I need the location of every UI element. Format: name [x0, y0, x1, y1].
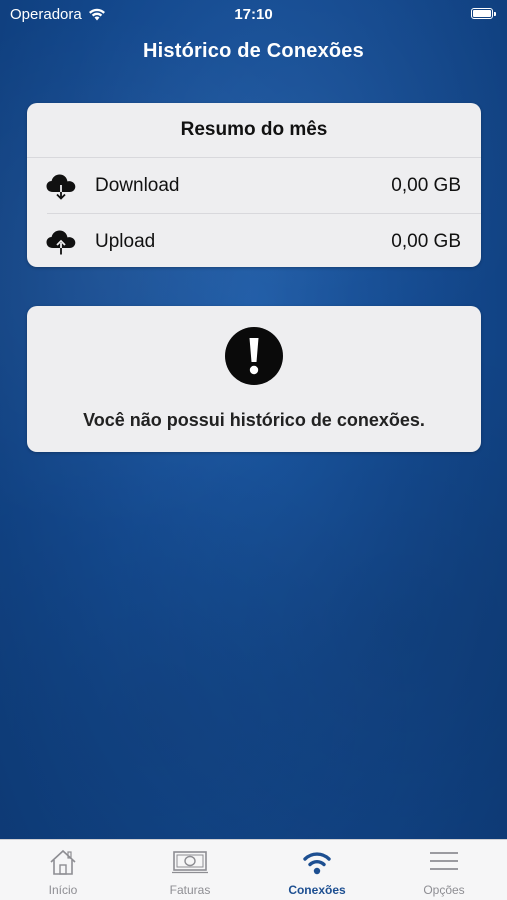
summary-title: Resumo do mês: [27, 103, 481, 158]
wifi-icon: [303, 852, 331, 875]
tab-conexoes[interactable]: Conexões: [254, 840, 380, 900]
upload-row: Upload 0,00 GB: [46, 214, 481, 269]
download-row: Download 0,00 GB: [46, 158, 481, 214]
cloud-download-icon: [46, 174, 76, 200]
tab-bar: Início Faturas Conexões Opções: [0, 839, 507, 900]
tab-inicio[interactable]: Início: [0, 840, 126, 900]
status-time: 17:10: [234, 6, 273, 23]
upload-value: 0,00 GB: [391, 230, 461, 252]
money-icon: [172, 851, 208, 874]
home-icon: [50, 849, 76, 875]
page-title: Histórico de Conexões: [143, 40, 364, 62]
exclamation-icon: [225, 327, 283, 385]
tab-faturas-label: Faturas: [169, 883, 211, 897]
cloud-upload-icon: [46, 230, 76, 254]
tab-conexoes-label: Conexões: [288, 883, 346, 897]
menu-icon: [430, 852, 458, 870]
download-value: 0,00 GB: [391, 174, 461, 196]
tab-opcoes-label: Opções: [423, 883, 465, 897]
download-label: Download: [95, 174, 180, 196]
status-bar: Operadora 17:10: [0, 0, 507, 28]
empty-history-message: Você não possui histórico de conexões.: [83, 410, 425, 430]
monthly-summary-card: Resumo do mês Download 0,00 GB Upload 0,…: [27, 103, 481, 267]
tab-inicio-label: Início: [48, 883, 78, 897]
battery-icon: [471, 8, 496, 19]
tab-faturas[interactable]: Faturas: [127, 840, 253, 900]
upload-label: Upload: [95, 230, 156, 252]
tab-opcoes[interactable]: Opções: [381, 840, 507, 900]
empty-history-card: Você não possui histórico de conexões.: [27, 306, 481, 452]
